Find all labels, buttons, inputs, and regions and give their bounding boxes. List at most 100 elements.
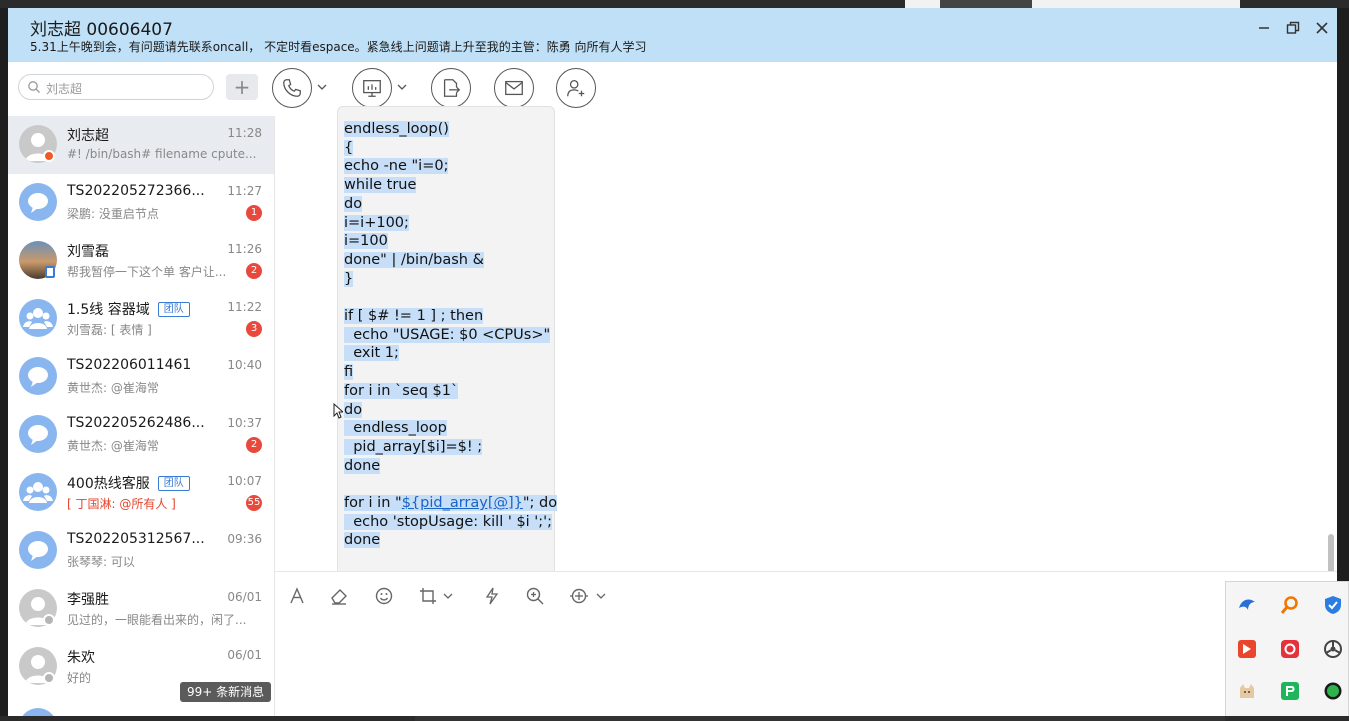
code-line: for i in `seq $1` [344,382,557,401]
search-placeholder: 刘志超 [46,82,83,96]
email-button[interactable] [494,68,534,108]
conversation-name: 刘雪磊 [67,244,109,260]
code-line: if [ $# != 1 ] ; then [344,307,557,326]
conversation-name: 刘志超 [67,128,109,144]
group-chat-icon [28,425,48,445]
group-chat-icon [28,193,48,213]
selected-code-text: endless_loop() [344,121,449,137]
plus-icon: + [233,75,251,99]
selected-code-text: i=100 [344,233,388,250]
camera-app-icon[interactable] [1279,638,1301,660]
code-line: do [344,195,557,214]
search-app-icon[interactable] [1279,594,1301,616]
eraser-icon[interactable] [329,586,349,606]
conversation-name: TS202205272366... [67,183,205,199]
zoom-search-icon[interactable] [525,586,545,606]
conversation-item[interactable]: 400热线客服 团队 10:07 [ 丁国淋: @所有人 ] 55 [8,464,274,522]
conversation-item[interactable]: TS202205272366... 11:27 梁鹏: 没重启节点 1 [8,174,274,232]
selected-code-text: echo -ne "i=0; [344,158,449,175]
selected-code-text: echo 'stopUsage: kill ' $i ';'; [344,513,553,530]
add-button[interactable]: + [226,74,258,100]
conversation-item[interactable]: TS202205312567... 09:36 张琴琴: 可以 [8,522,274,580]
close-button[interactable] [1310,16,1334,40]
avatar [19,299,57,337]
conversation-time: 06/01 [227,590,262,604]
restore-button[interactable] [1281,16,1305,40]
conversation-preview: 张琴琴: 可以 [67,555,135,569]
avatar [19,708,57,716]
code-line: { [344,139,557,158]
taskbar-fragment [415,716,1225,721]
code-line: fi [344,363,557,382]
send-file-button[interactable] [431,68,471,108]
conversation-item[interactable]: 1.5线 容器域 团队 11:22 刘雪磊: [ 表情 ] 3 [8,290,274,348]
add-member-button[interactable] [556,68,596,108]
conversation-item[interactable]: TS202205262486... 10:37 黄世杰: @崔海常 2 [8,406,274,464]
selected-code-text: done" | /bin/bash & [344,251,484,268]
code-line: done [344,531,557,550]
selected-code-text: done [344,532,381,549]
green-app-icon[interactable] [1279,680,1301,702]
code-message[interactable]: endless_loop(){echo -ne "i=0; while true d… [344,120,558,550]
security-shield-icon[interactable] [1322,594,1344,616]
conversation-name: 1.5线 容器域 团队 [67,299,190,319]
code-line: i=100 [344,232,557,251]
conversation-item[interactable]: TS202206011461 10:40 黄世杰: @崔海常 [8,348,274,406]
conversation-preview: 梁鹏: 没重启节点 [67,207,159,221]
selected-code-text: done [344,457,381,474]
chevron-down-icon[interactable] [443,591,453,601]
selected-code-text: fi [344,364,354,381]
chevron-down-icon[interactable] [596,591,606,601]
conversation-time: 11:26 [227,242,262,256]
chevron-down-icon[interactable] [397,82,407,92]
unread-badge: 1 [246,205,262,221]
minimize-button[interactable] [1252,16,1276,40]
message-input-area[interactable] [275,571,1337,716]
lightning-icon[interactable] [482,586,502,606]
avatar [19,531,57,569]
conversation-time: 09:36 [227,532,262,546]
search-input[interactable]: 刘志超 [18,74,214,100]
team-icon [23,308,53,329]
code-line: do [344,401,557,420]
unread-badge: 3 [246,321,262,337]
conversation-time: 10:40 [227,358,262,372]
search-icon [28,81,40,93]
team-icon [23,482,53,503]
chevron-down-icon[interactable] [317,82,327,92]
code-line: done" | /bin/bash & [344,251,557,270]
voice-call-button[interactable] [272,68,312,108]
avatar [19,473,57,511]
conversation-preview: 刘雪磊: [ 表情 ] [67,323,152,337]
conversation-time: 11:22 [227,300,262,314]
scrollbar[interactable] [1328,534,1334,576]
font-icon[interactable] [287,586,307,606]
selected-code-text: for i in "${pid_array[@]}"; do [344,495,558,512]
conversation-item[interactable]: 李强胜 06/01 见过的，一眼能看出来的，闲了... [8,580,274,638]
new-messages-button[interactable]: 99+ 条新消息 [180,682,272,702]
conversation-preview: [ 丁国淋: @所有人 ] [67,497,176,511]
code-line: echo 'stopUsage: kill ' $i ';'; [344,513,557,532]
conversation-item[interactable]: 刘雪磊 11:26 帮我暂停一下这个单 客户让... 2 [8,232,274,290]
screen-share-button[interactable] [352,68,392,108]
emoji-icon[interactable] [374,586,394,606]
conversation-time: 10:37 [227,416,262,430]
conversation-name: TS202206011461 [67,357,192,373]
code-line: for i in "${pid_array[@]}"; do [344,494,558,513]
conversation-item[interactable]: 刘志超 11:28 #! /bin/bash# filename cpute..… [8,116,274,174]
wechat-app-icon[interactable] [1322,680,1344,702]
pet-app-icon[interactable] [1236,680,1258,702]
crop-screenshot-icon[interactable] [418,586,438,606]
selected-code-text: do [344,401,363,418]
taskbar-fragment [940,0,1032,8]
code-link[interactable]: ${pid_array[@]} [402,495,523,511]
screen-record-icon[interactable] [569,586,589,606]
network-app-icon[interactable] [1322,638,1344,660]
bird-app-icon[interactable] [1236,594,1258,616]
avatar [19,415,57,453]
conversation-name: TS202205262486... [67,415,205,431]
mobile-status-icon [45,266,55,278]
mouse-cursor-icon [333,403,343,419]
office-app-icon[interactable] [1236,638,1258,660]
